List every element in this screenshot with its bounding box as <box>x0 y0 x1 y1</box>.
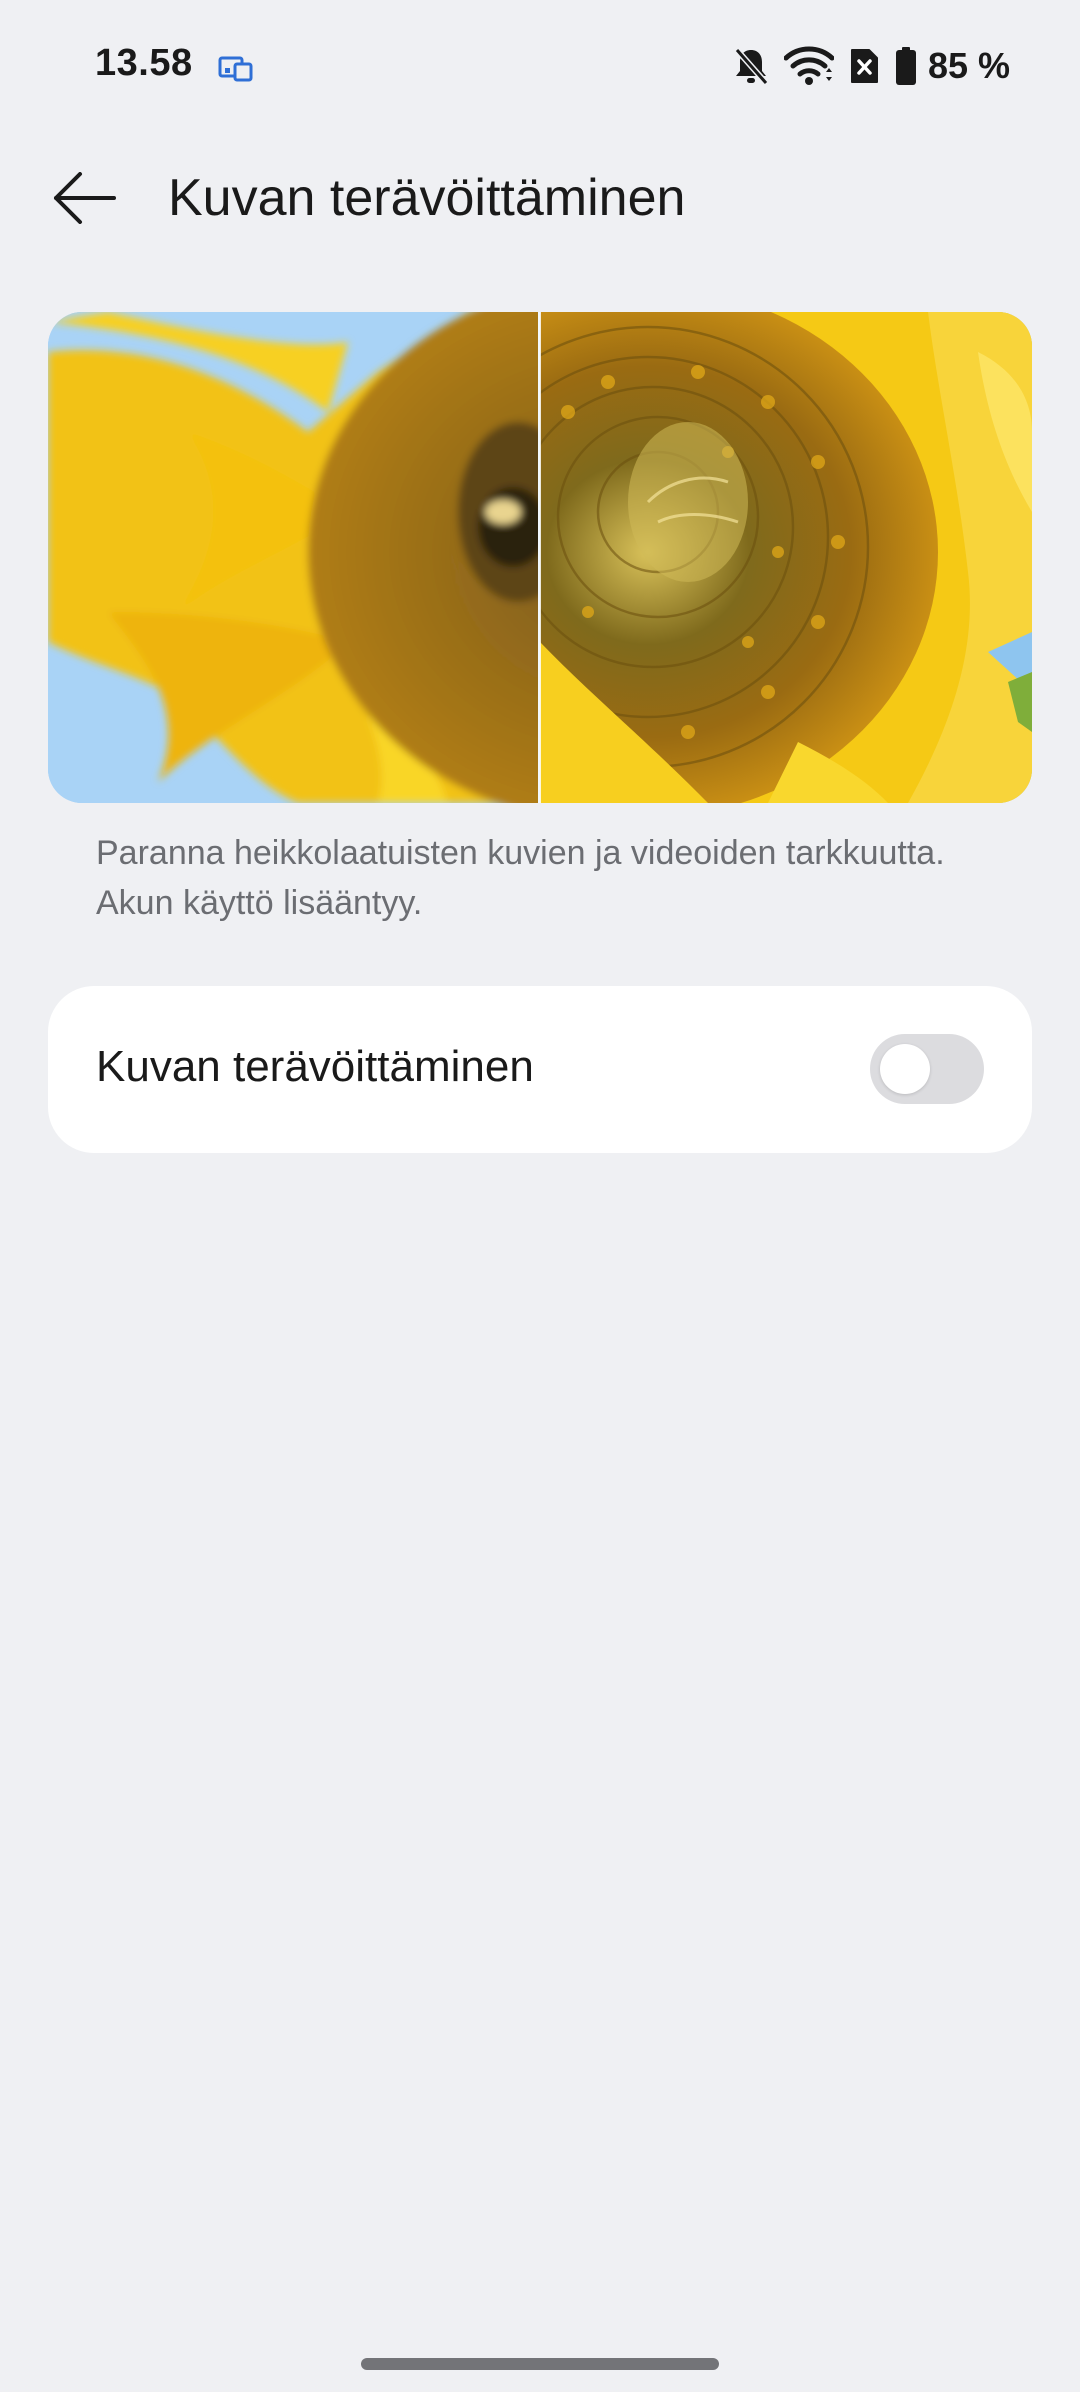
back-button[interactable] <box>40 160 130 240</box>
wifi-icon <box>783 46 834 86</box>
status-time: 13.58 <box>95 42 193 84</box>
sharpening-preview-image <box>48 312 1032 803</box>
setting-label: Kuvan terävöittäminen <box>96 1042 534 1091</box>
battery-icon <box>894 46 918 86</box>
status-bar: 13.58 85 % <box>0 0 1080 130</box>
arrow-left-icon <box>52 171 118 229</box>
bell-off-icon <box>732 46 770 86</box>
image-sharpening-toggle[interactable] <box>870 1034 984 1104</box>
gesture-nav-bar[interactable] <box>361 2358 719 2370</box>
app-header: Kuvan terävöittäminen <box>0 140 1080 260</box>
page-title: Kuvan terävöittäminen <box>168 169 686 227</box>
status-icons: 85 % <box>732 42 1010 90</box>
sim-off-icon <box>848 46 880 86</box>
feature-description: Paranna heikkolaatuisten kuvien ja video… <box>96 834 945 922</box>
screen-cast-icon <box>218 52 254 84</box>
battery-percentage: 85 % <box>927 45 1010 86</box>
toggle-knob <box>880 1044 930 1094</box>
image-sharpening-setting[interactable]: Kuvan terävöittäminen <box>48 986 1032 1153</box>
